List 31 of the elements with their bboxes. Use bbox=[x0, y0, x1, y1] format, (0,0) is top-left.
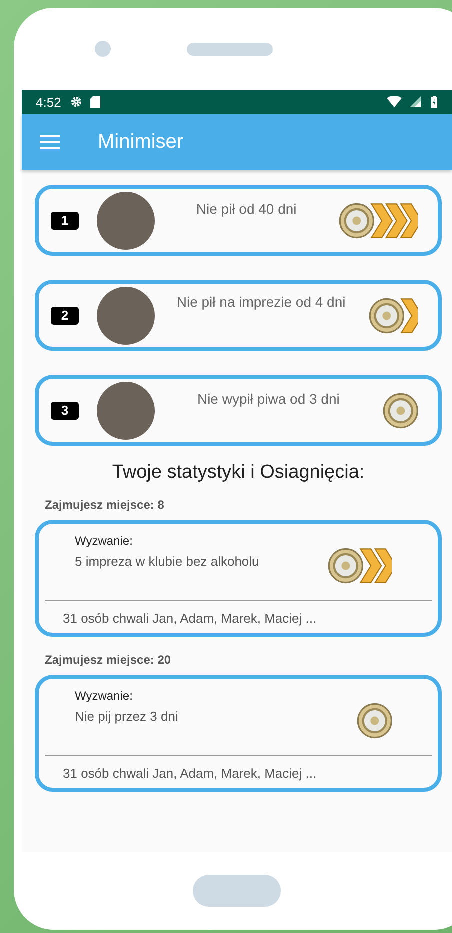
settings-icon bbox=[71, 96, 82, 108]
clock: 4:52 bbox=[36, 94, 62, 110]
place-label: Zajmujesz miejsce: 20 bbox=[45, 653, 172, 667]
place-label: Zajmujesz miejsce: 8 bbox=[45, 498, 166, 512]
ranking-text: Nie pił od 40 dni bbox=[195, 201, 298, 217]
rank-number: 1 bbox=[51, 212, 79, 230]
rank-number: 2 bbox=[51, 306, 79, 324]
challenge-card[interactable]: Wyzwanie: 5 impreza w klubie bez alkoholu 31 osób chwali Jan, Adam, Marek, Maciej ... bbox=[35, 520, 442, 637]
home-button[interactable] bbox=[193, 875, 281, 907]
menu-icon[interactable] bbox=[40, 134, 60, 150]
sd-card-icon bbox=[90, 96, 102, 108]
challenge-card[interactable]: Wyzwanie: Nie pij przez 3 dni 31 osób chwali Jan, Adam, Marek, Maciej ... bbox=[35, 675, 442, 792]
app-title: Minimiser bbox=[98, 130, 184, 154]
praise-text: 31 osób chwali Jan, Adam, Marek, Maciej ... bbox=[62, 765, 318, 781]
section-heading: Twoje statystyki i Osiagnięcia: bbox=[111, 462, 366, 484]
challenge-text: 5 impreza w klubie bez alkoholu bbox=[75, 554, 260, 569]
challenge-text: Nie pij przez 3 dni bbox=[75, 709, 180, 724]
battery-icon bbox=[429, 96, 440, 108]
signal-icon bbox=[410, 96, 421, 108]
ranking-text: Nie wypił piwa od 3 dni bbox=[196, 391, 341, 407]
challenge-label: Wyzwanie: bbox=[75, 534, 134, 548]
speaker-icon bbox=[187, 42, 273, 56]
ranking-text: Nie pił na imprezie od 4 dni bbox=[176, 294, 347, 310]
rank-number: 3 bbox=[51, 402, 79, 420]
camera-icon bbox=[95, 41, 111, 57]
ranking-card[interactable]: 1 Nie pił od 40 dni bbox=[35, 185, 442, 256]
praise-text: 31 osób chwali Jan, Adam, Marek, Maciej ... bbox=[62, 610, 318, 626]
ranking-card[interactable]: 2 Nie pił na imprezie od 4 dni bbox=[35, 280, 442, 351]
challenge-label: Wyzwanie: bbox=[75, 689, 134, 703]
wifi-icon bbox=[387, 96, 402, 108]
ranking-card[interactable]: 3 Nie wypił piwa od 3 dni bbox=[35, 375, 442, 446]
